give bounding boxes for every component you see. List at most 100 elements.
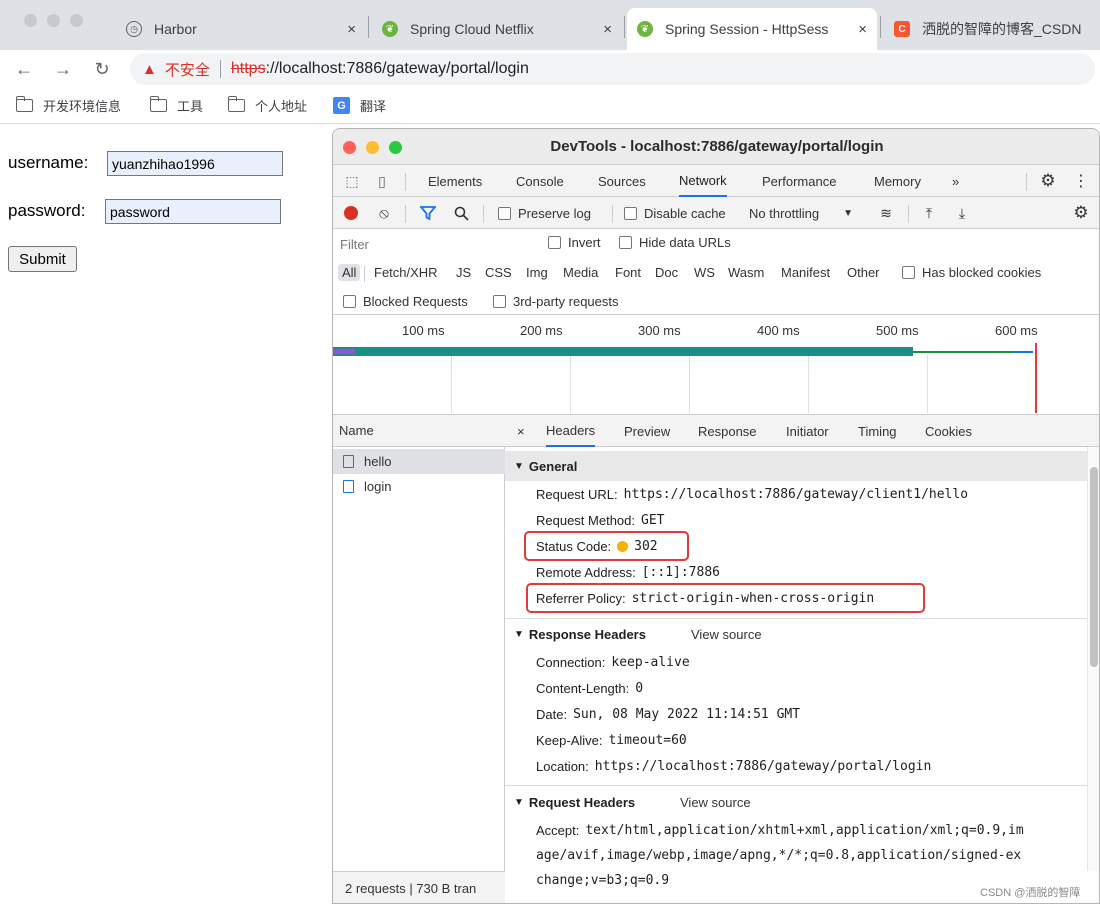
request-row-login[interactable]: login	[333, 474, 505, 499]
disable-cache-checkbox[interactable]: Disable cache	[624, 197, 726, 229]
view-source-link[interactable]: View source	[680, 795, 751, 810]
device-toolbar-icon[interactable]: ▯	[373, 172, 391, 190]
checkbox[interactable]	[548, 236, 561, 249]
load-event-marker	[1035, 343, 1037, 413]
browser-tab-csdn[interactable]: C 洒脱的智障的博客_CSDN	[884, 8, 1100, 50]
close-icon[interactable]: ×	[858, 21, 867, 38]
timeline-tick: 100 ms	[402, 323, 445, 338]
bookmark-dev-env[interactable]: 开发环境信息	[15, 96, 121, 115]
response-headers-section-header[interactable]: ▼ Response Headers View source	[505, 619, 1087, 649]
import-har-icon[interactable]: ⤒	[921, 204, 937, 222]
browser-tab-spring-session[interactable]: ❦ Spring Session - HttpSess ×	[627, 8, 877, 50]
close-icon[interactable]: ×	[347, 21, 356, 38]
checkbox[interactable]	[902, 266, 915, 279]
tab-response[interactable]: Response	[698, 415, 757, 447]
detail-scrollbar-thumb[interactable]	[1090, 467, 1098, 667]
reload-icon[interactable]: ↻	[90, 57, 114, 81]
header-key: Remote Address:	[536, 564, 636, 580]
gear-icon[interactable]: ⚙	[1038, 171, 1058, 191]
export-har-icon[interactable]: ⤓	[954, 204, 970, 222]
filter-type-doc[interactable]: Doc	[655, 265, 678, 280]
bookmark-label: 个人地址	[255, 99, 308, 114]
tab-console[interactable]: Console	[516, 165, 564, 197]
back-arrow-icon[interactable]: ←	[12, 57, 36, 81]
bookmark-label: 翻译	[360, 99, 387, 114]
filter-type-all[interactable]: All	[338, 264, 361, 281]
request-headers-section-header[interactable]: ▼ Request Headers View source	[505, 787, 1087, 817]
preserve-log-label: Preserve log	[518, 205, 591, 221]
filter-type-fetch[interactable]: Fetch/XHR	[374, 265, 438, 280]
throttling-select[interactable]: No throttling ▼	[749, 197, 853, 229]
tab-timing[interactable]: Timing	[858, 415, 897, 447]
hide-data-urls-checkbox[interactable]: Hide data URLs	[619, 235, 731, 250]
search-icon[interactable]	[452, 204, 470, 222]
waterfall-bar-tail	[1013, 351, 1033, 353]
submit-button[interactable]: Submit	[8, 246, 77, 272]
filter-type-ws[interactable]: WS	[694, 265, 715, 280]
browser-tab-spring-cloud[interactable]: ❦ Spring Cloud Netflix ×	[372, 8, 622, 50]
tab-memory[interactable]: Memory	[874, 165, 921, 197]
section-divider	[505, 785, 1087, 786]
filter-type-wasm[interactable]: Wasm	[728, 265, 764, 280]
checkbox[interactable]	[493, 295, 506, 308]
more-tabs-button[interactable]: »	[952, 165, 959, 197]
username-label: username:	[8, 153, 89, 172]
clear-icon[interactable]: ⦸	[375, 204, 393, 222]
filter-type-css[interactable]: CSS	[485, 265, 512, 280]
invert-checkbox[interactable]: Invert	[548, 235, 601, 250]
checkbox[interactable]	[624, 206, 637, 220]
filter-input[interactable]: Filter	[333, 232, 533, 256]
checkbox[interactable]	[498, 206, 511, 220]
browser-tab-harbor[interactable]: ◷ Harbor ×	[116, 8, 366, 50]
filter-type-font[interactable]: Font	[615, 265, 641, 280]
tab-performance[interactable]: Performance	[762, 165, 836, 197]
filter-type-manifest[interactable]: Manifest	[781, 265, 830, 280]
bookmark-translate[interactable]: G 翻译	[333, 96, 386, 115]
filter-type-other[interactable]: Other	[847, 265, 880, 280]
filter-type-img[interactable]: Img	[526, 265, 548, 280]
close-detail-icon[interactable]: ×	[517, 415, 525, 447]
tab-headers[interactable]: Headers	[546, 415, 596, 447]
bookmark-tools[interactable]: 工具	[149, 96, 203, 115]
kebab-menu-icon[interactable]: ⋮	[1073, 171, 1089, 191]
address-bar[interactable]: ▲ 不安全 https://localhost:7886/gateway/por…	[130, 53, 1095, 85]
preserve-log-checkbox[interactable]: Preserve log	[498, 197, 591, 229]
password-input[interactable]	[105, 199, 281, 224]
bookmark-personal[interactable]: 个人地址	[227, 96, 308, 115]
window-close-button[interactable]	[24, 14, 37, 27]
view-source-link[interactable]: View source	[691, 627, 762, 642]
filter-type-media[interactable]: Media	[563, 265, 598, 280]
third-party-checkbox[interactable]: 3rd-party requests	[493, 294, 619, 309]
timeline-tick: 200 ms	[520, 323, 563, 338]
request-row-hello[interactable]: hello	[333, 449, 505, 474]
tab-initiator[interactable]: Initiator	[786, 415, 829, 447]
inspect-element-icon[interactable]: ⬚	[343, 172, 361, 190]
filter-funnel-icon[interactable]	[419, 204, 437, 222]
has-blocked-cookies-checkbox[interactable]: Has blocked cookies	[902, 265, 1041, 280]
tab-sources[interactable]: Sources	[598, 165, 646, 197]
filter-type-js[interactable]: JS	[456, 265, 471, 280]
network-conditions-icon[interactable]: ≋	[876, 204, 896, 222]
blocked-requests-checkbox[interactable]: Blocked Requests	[343, 294, 468, 309]
header-value: timeout=60	[608, 732, 687, 748]
header-row-connection: Connection: keep-alive	[536, 651, 690, 673]
network-settings-gear-icon[interactable]: ⚙	[1071, 203, 1091, 223]
general-section-header[interactable]: ▼ General	[505, 451, 1087, 481]
tab-preview[interactable]: Preview	[624, 415, 670, 447]
tab-elements[interactable]: Elements	[428, 165, 482, 197]
record-icon[interactable]	[344, 206, 358, 220]
tab-network[interactable]: Network	[679, 165, 727, 197]
username-input[interactable]	[107, 151, 283, 176]
window-minimize-button[interactable]	[47, 14, 60, 27]
name-column-header[interactable]: Name	[333, 415, 505, 447]
header-key: Date:	[536, 706, 568, 722]
window-zoom-button[interactable]	[70, 14, 83, 27]
timeline-tick: 300 ms	[638, 323, 681, 338]
toolbar-divider	[405, 205, 406, 223]
devtools-window: DevTools - localhost:7886/gateway/portal…	[332, 128, 1100, 904]
checkbox[interactable]	[619, 236, 632, 249]
close-icon[interactable]: ×	[603, 21, 612, 38]
tab-cookies[interactable]: Cookies	[925, 415, 972, 447]
checkbox[interactable]	[343, 295, 356, 308]
forward-arrow-icon[interactable]: →	[51, 57, 75, 81]
